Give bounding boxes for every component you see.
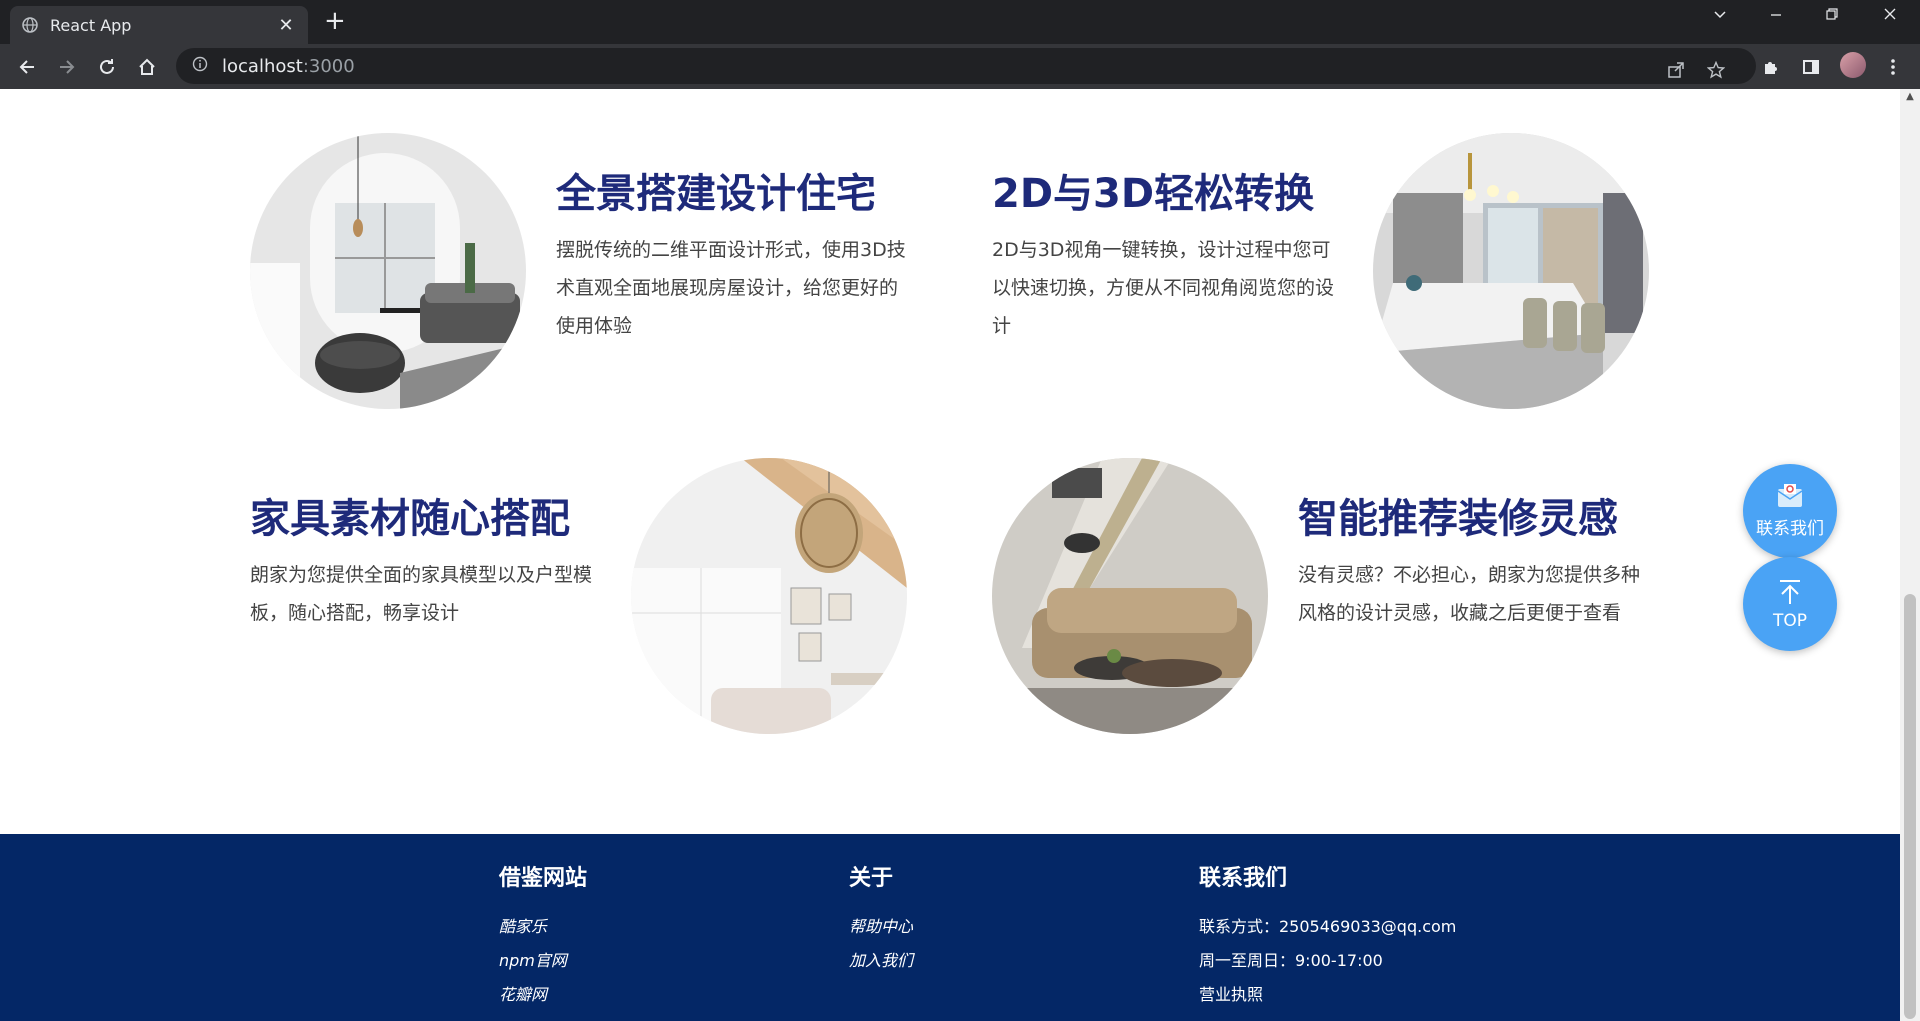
tab-search-icon[interactable] (1700, 6, 1740, 27)
minimize-icon[interactable] (1756, 6, 1796, 27)
home-icon[interactable] (132, 52, 162, 82)
scrollbar-thumb[interactable] (1904, 594, 1916, 1019)
scroll-up-arrow-icon[interactable]: ▲ (1904, 91, 1916, 102)
forward-arrow-icon[interactable] (52, 52, 82, 82)
footer-link[interactable]: 加入我们 (849, 944, 913, 978)
footer-link[interactable]: 花瓣网 (499, 978, 587, 1012)
tab-title: React App (50, 15, 132, 35)
arrow-up-icon (1777, 578, 1803, 611)
feature-description: 摆脱传统的二维平面设计形式，使用3D技术直观全面地展现房屋设计，给您更好的使用体… (556, 239, 906, 337)
footer-link[interactable]: 酷家乐 (499, 910, 587, 944)
footer-link[interactable]: 帮助中心 (849, 910, 913, 944)
feature-title: 智能推荐装修灵感 (1298, 496, 1618, 542)
globe-icon (22, 17, 38, 33)
footer-business-license[interactable]: 营业执照 (1199, 978, 1456, 1012)
back-to-top-button[interactable]: TOP (1743, 557, 1837, 651)
reload-icon[interactable] (92, 52, 122, 82)
footer-column-references: 借鉴网站 酷家乐 npm官网 花瓣网 (499, 860, 587, 1012)
url-host: localhost (222, 55, 303, 77)
footer-column-about: 关于 帮助中心 加入我们 (849, 860, 913, 978)
feature-title: 全景搭建设计住宅 (556, 171, 876, 217)
contact-us-label: 联系我们 (1756, 519, 1824, 539)
side-panel-icon[interactable] (1798, 54, 1824, 80)
url-port: :3000 (302, 55, 355, 77)
footer-link[interactable]: npm官网 (499, 944, 587, 978)
info-icon[interactable] (192, 56, 208, 76)
top-label: TOP (1772, 610, 1808, 631)
address-bar[interactable]: localhost :3000 (176, 48, 1756, 84)
restore-icon[interactable] (1812, 6, 1852, 27)
browser-tab-bar: React App ✕ + (0, 0, 1920, 44)
menu-kebab-icon[interactable] (1880, 54, 1906, 80)
footer-hours: 周一至周日：9:00-17:00 (1199, 951, 1383, 970)
page-viewport: 全景搭建设计住宅 摆脱传统的二维平面设计形式，使用3D技术直观全面地展现房屋设计… (0, 89, 1900, 1021)
share-icon[interactable] (1664, 58, 1688, 82)
bookmark-star-icon[interactable] (1704, 58, 1728, 82)
close-window-icon[interactable] (1870, 6, 1910, 27)
feature-title: 家具素材随心搭配 (250, 496, 570, 542)
feature-image-living-room (250, 133, 526, 409)
feature-image-furniture (631, 458, 907, 734)
feature-description: 没有灵感？不必担心，朗家为您提供多种风格的设计灵感，收藏之后更便于查看 (1298, 564, 1641, 624)
footer-heading: 借鉴网站 (499, 866, 588, 891)
site-footer: 借鉴网站 酷家乐 npm官网 花瓣网 关于 帮助中心 加入我们 联系我们 联系方… (0, 834, 1900, 1021)
page-scrollbar[interactable]: ▲ (1900, 89, 1920, 1021)
footer-heading: 联系我们 (1199, 866, 1288, 891)
feature-image-sofa (992, 458, 1268, 734)
tab-close-icon[interactable]: ✕ (276, 15, 296, 36)
feature-image-dining-room (1373, 133, 1649, 409)
extensions-puzzle-icon[interactable] (1758, 54, 1784, 80)
browser-tab[interactable]: React App ✕ (10, 6, 308, 44)
footer-column-contact: 联系我们 联系方式：2505469033@qq.com 周一至周日：9:00-1… (1199, 860, 1456, 1012)
mail-icon (1775, 483, 1805, 514)
contact-us-button[interactable]: 联系我们 (1743, 464, 1837, 558)
feature-description: 朗家为您提供全面的家具模型以及户型模板，随心搭配，畅享设计 (250, 564, 593, 624)
feature-title: 2D与3D轻松转换 (992, 171, 1315, 217)
browser-toolbar: localhost :3000 (0, 44, 1920, 89)
feature-description: 2D与3D视角一键转换，设计过程中您可以快速切换，方便从不同视角阅览您的设计 (992, 239, 1335, 337)
footer-heading: 关于 (849, 866, 894, 891)
profile-avatar[interactable] (1840, 52, 1866, 78)
new-tab-button[interactable]: + (324, 8, 346, 34)
footer-contact-email: 联系方式：2505469033@qq.com (1199, 917, 1457, 936)
back-arrow-icon[interactable] (12, 52, 42, 82)
